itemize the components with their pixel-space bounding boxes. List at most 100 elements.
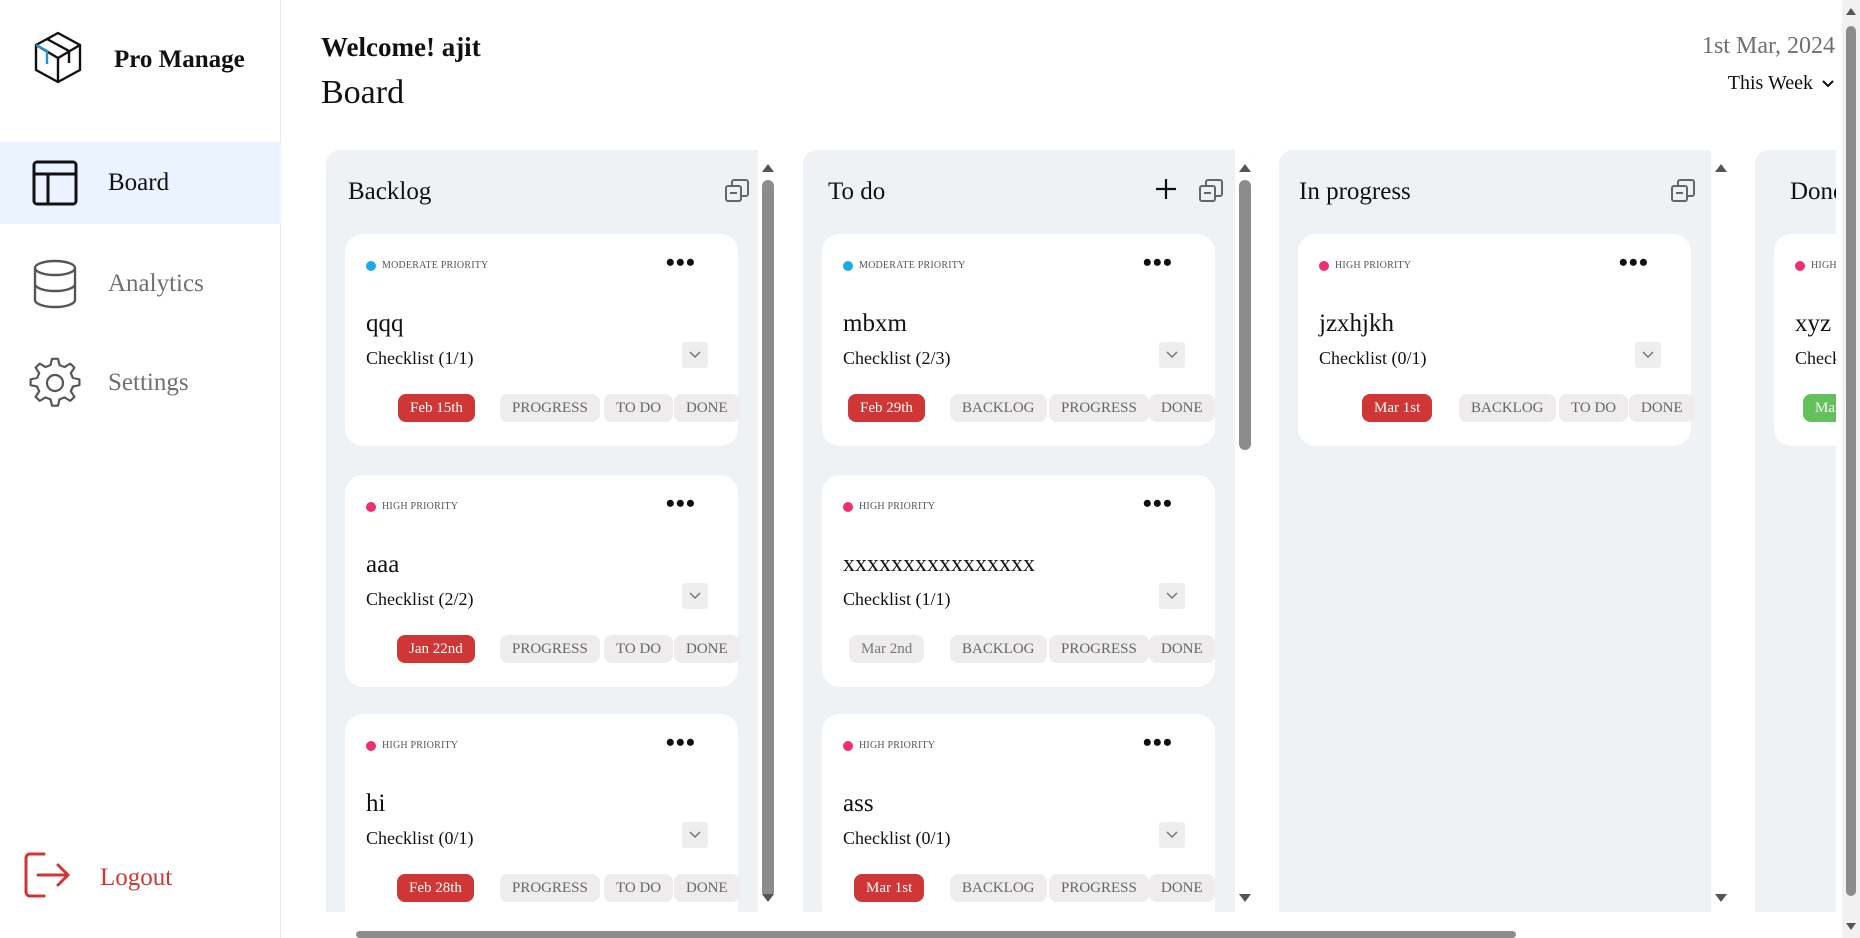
checklist-expand-button[interactable] xyxy=(1635,342,1661,368)
date-filter-dropdown[interactable]: This Week xyxy=(1728,72,1835,95)
card-footer: Feb 28th PROGRESS TO DO DONE xyxy=(345,874,740,904)
priority-label: HIGH PRIORITY xyxy=(366,740,458,751)
task-card[interactable]: HIGH PRIORITY ••• jzxhjkh Checklist (0/1… xyxy=(1298,234,1695,446)
column-scrollbar[interactable] xyxy=(1711,150,1731,912)
collapse-all-icon[interactable] xyxy=(1670,178,1696,204)
move-to-progress-button[interactable]: PROGRESS xyxy=(1049,635,1149,663)
move-to-backlog-button[interactable]: BACKLOG xyxy=(950,874,1047,902)
move-to-done-button[interactable]: DONE xyxy=(674,394,740,422)
checklist-expand-button[interactable] xyxy=(1159,342,1185,368)
chevron-down-icon xyxy=(689,831,701,839)
move-to-done-button[interactable]: DONE xyxy=(1629,394,1695,422)
column-title: To do xyxy=(828,178,886,205)
move-to-progress-button[interactable]: PROGRESS xyxy=(500,394,600,422)
move-to-backlog-button[interactable]: BACKLOG xyxy=(1459,394,1556,422)
collapse-all-icon[interactable] xyxy=(1198,178,1224,204)
column-todo: To do MODERATE PRIORITY ••• mbxm Checkli… xyxy=(803,150,1255,912)
chevron-down-icon xyxy=(1166,831,1178,839)
layout-icon xyxy=(28,156,82,210)
due-date-badge: Feb 15th xyxy=(398,394,475,422)
checklist-summary: Checklist (1/1) xyxy=(843,589,951,609)
current-date: 1st Mar, 2024 xyxy=(1701,33,1835,59)
move-to-done-button[interactable]: DONE xyxy=(1149,635,1215,663)
task-card[interactable]: HIGH PRIORITY ••• ass Checklist (0/1) Ma… xyxy=(822,714,1215,912)
checklist-expand-button[interactable] xyxy=(1159,822,1185,848)
priority-dot xyxy=(366,740,376,751)
move-to-todo-button[interactable]: TO DO xyxy=(604,874,674,902)
card-menu-button[interactable]: ••• xyxy=(666,730,696,756)
task-card[interactable]: HIGH PRIORITY ••• aaa Checklist (2/2) Ja… xyxy=(345,475,740,687)
move-to-todo-button[interactable]: TO DO xyxy=(604,394,674,422)
sidebar-item-analytics[interactable]: Analytics xyxy=(0,243,281,325)
page-title: Board xyxy=(321,74,405,111)
chevron-down-icon xyxy=(1642,351,1654,359)
checklist-expand-button[interactable] xyxy=(682,583,708,609)
column-scrollbar[interactable] xyxy=(1235,150,1255,912)
card-menu-button[interactable]: ••• xyxy=(666,250,696,276)
move-to-done-button[interactable]: DONE xyxy=(674,635,740,663)
move-to-progress-button[interactable]: PROGRESS xyxy=(1049,394,1149,422)
move-to-progress-button[interactable]: PROGRESS xyxy=(500,635,600,663)
move-to-done-button[interactable]: DONE xyxy=(1149,394,1215,422)
priority-dot xyxy=(1795,260,1805,271)
chevron-down-icon xyxy=(1166,351,1178,359)
chevron-down-icon xyxy=(1166,592,1178,600)
card-title: mbxm xyxy=(843,310,907,337)
move-to-progress-button[interactable]: PROGRESS xyxy=(500,874,600,902)
chevron-down-icon xyxy=(689,351,701,359)
card-footer: Mar 2nd BACKLOG PROGRESS DONE xyxy=(822,635,1215,665)
priority-dot xyxy=(366,501,376,512)
cube-logo-icon xyxy=(32,30,84,89)
priority-dot xyxy=(843,501,853,512)
column-backlog: Backlog MODERATE PRIORITY ••• qqq Checkl… xyxy=(326,150,778,912)
task-card[interactable]: HIGH PRIORITY ••• hi Checklist (0/1) Feb… xyxy=(345,714,740,912)
chevron-down-icon xyxy=(1821,72,1835,95)
task-card[interactable]: MODERATE PRIORITY ••• qqq Checklist (1/1… xyxy=(345,234,740,446)
page-scrollbar[interactable] xyxy=(1842,0,1860,938)
card-menu-button[interactable]: ••• xyxy=(1143,730,1173,756)
task-card[interactable]: HIGH PRIORITY ••• xyz Checklist (0/1) Ma… xyxy=(1774,234,1836,446)
sidebar-item-label: Analytics xyxy=(108,270,204,297)
column-in-progress: In progress HIGH PRIORITY ••• jzxhjkh Ch… xyxy=(1279,150,1731,912)
card-menu-button[interactable]: ••• xyxy=(1143,491,1173,517)
collapse-all-icon[interactable] xyxy=(724,178,750,204)
checklist-summary: Checklist (2/3) xyxy=(843,348,951,368)
task-card[interactable]: HIGH PRIORITY ••• xxxxxxxxxxxxxxxx Check… xyxy=(822,475,1215,687)
board[interactable]: Backlog MODERATE PRIORITY ••• qqq Checkl… xyxy=(326,150,1836,912)
add-task-button[interactable] xyxy=(1153,176,1179,202)
plus-icon xyxy=(1156,179,1176,199)
due-date-badge: Mar 1st xyxy=(854,874,925,902)
move-to-backlog-button[interactable]: BACKLOG xyxy=(950,394,1047,422)
sidebar-item-board[interactable]: Board xyxy=(0,142,281,224)
checklist-summary: Checklist (0/1) xyxy=(1795,348,1836,368)
card-menu-button[interactable]: ••• xyxy=(1143,250,1173,276)
move-to-todo-button[interactable]: TO DO xyxy=(604,635,674,663)
board-horizontal-scrollbar[interactable] xyxy=(326,928,1836,938)
card-title: ass xyxy=(843,790,874,817)
sidebar-item-settings[interactable]: Settings xyxy=(0,342,281,424)
priority-label: HIGH PRIORITY xyxy=(1795,260,1836,271)
logout-icon xyxy=(22,850,72,905)
card-footer: Mar 1st BACKLOG PROGRESS DONE xyxy=(822,874,1215,904)
card-menu-button[interactable]: ••• xyxy=(666,491,696,517)
move-to-progress-button[interactable]: PROGRESS xyxy=(1049,874,1149,902)
logout-button[interactable]: Logout xyxy=(22,850,172,905)
column-scrollbar[interactable] xyxy=(758,150,778,912)
move-to-done-button[interactable]: DONE xyxy=(1149,874,1215,902)
card-title: aaa xyxy=(366,551,400,578)
priority-label: HIGH PRIORITY xyxy=(843,501,935,512)
card-footer: Jan 22nd PROGRESS TO DO DONE xyxy=(345,635,740,665)
due-date-badge: Mar 1st xyxy=(1362,394,1433,422)
task-card[interactable]: MODERATE PRIORITY ••• mbxm Checklist (2/… xyxy=(822,234,1215,446)
move-to-done-button[interactable]: DONE xyxy=(674,874,740,902)
due-date-badge: Feb 28th xyxy=(397,874,474,902)
move-to-todo-button[interactable]: TO DO xyxy=(1559,394,1629,422)
priority-dot xyxy=(1319,260,1329,271)
checklist-expand-button[interactable] xyxy=(682,342,708,368)
checklist-expand-button[interactable] xyxy=(1159,583,1185,609)
checklist-summary: Checklist (0/1) xyxy=(843,828,951,848)
checklist-expand-button[interactable] xyxy=(682,822,708,848)
move-to-backlog-button[interactable]: BACKLOG xyxy=(950,635,1047,663)
card-menu-button[interactable]: ••• xyxy=(1619,250,1649,276)
priority-dot xyxy=(843,260,853,271)
